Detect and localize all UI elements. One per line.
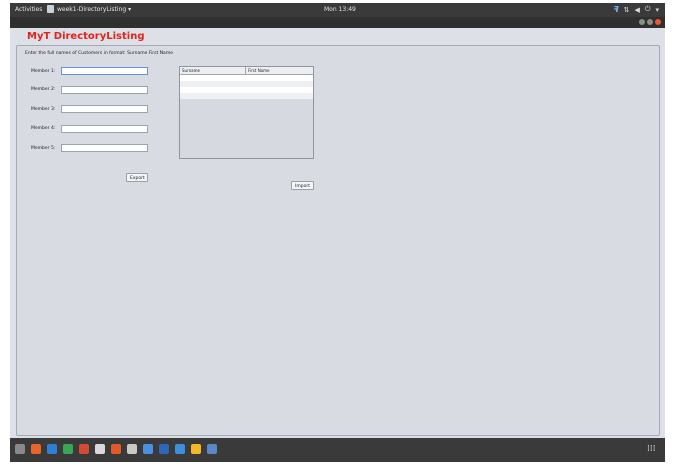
chevron-down-icon[interactable]: ▾ bbox=[655, 6, 659, 14]
member-1-field[interactable] bbox=[61, 67, 148, 75]
export-button[interactable]: Export bbox=[126, 173, 148, 182]
window-titlebar[interactable] bbox=[10, 17, 665, 28]
extension-logo-icon[interactable]: ꟻ bbox=[613, 5, 618, 14]
spreadsheet-icon[interactable] bbox=[63, 444, 73, 454]
maximize-button[interactable] bbox=[647, 19, 653, 25]
top-bar: Activities week1-DirectoryListing ▾ Mon … bbox=[10, 3, 665, 17]
main-panel bbox=[16, 45, 660, 436]
activities-button[interactable]: Activities bbox=[15, 6, 42, 13]
dock: ⁞⁞⁞ bbox=[10, 438, 665, 462]
lightning-icon[interactable] bbox=[191, 444, 201, 454]
member-1-label: Member 1: bbox=[31, 69, 56, 74]
files-icon[interactable] bbox=[15, 444, 25, 454]
power-icon[interactable]: ⏻ bbox=[645, 5, 651, 14]
presentation-icon[interactable] bbox=[79, 444, 89, 454]
column-header-first-name[interactable]: First Name bbox=[246, 67, 313, 74]
editor-icon[interactable] bbox=[95, 444, 105, 454]
firefox-icon[interactable] bbox=[31, 444, 41, 454]
app-title: MyT DirectoryListing bbox=[27, 31, 145, 42]
table-row[interactable] bbox=[180, 93, 313, 99]
member-2-label: Member 2: bbox=[31, 87, 56, 92]
chrome-icon[interactable] bbox=[143, 444, 153, 454]
minimize-button[interactable] bbox=[639, 19, 645, 25]
app-window: MyT DirectoryListing Enter the full name… bbox=[10, 28, 665, 438]
window-controls bbox=[639, 19, 661, 25]
table-header: Surname First Name bbox=[180, 67, 313, 75]
network-icon[interactable]: ⇅ bbox=[624, 6, 630, 14]
terminal-icon[interactable] bbox=[159, 444, 169, 454]
member-2-field[interactable] bbox=[61, 86, 148, 94]
column-header-surname[interactable]: Surname bbox=[180, 67, 246, 74]
close-button[interactable] bbox=[655, 19, 661, 25]
settings-icon[interactable] bbox=[127, 444, 137, 454]
import-button[interactable]: Import bbox=[291, 181, 314, 190]
member-5-label: Member 5: bbox=[31, 146, 56, 151]
volume-icon[interactable]: ◀ bbox=[635, 6, 640, 14]
member-3-field[interactable] bbox=[61, 105, 148, 113]
member-4-label: Member 4: bbox=[31, 126, 56, 131]
app-menu-icon bbox=[47, 5, 54, 13]
member-3-label: Member 3: bbox=[31, 107, 56, 112]
member-4-field[interactable] bbox=[61, 125, 148, 133]
java-icon[interactable] bbox=[207, 444, 217, 454]
instructions-text: Enter the full names of Customers in for… bbox=[25, 51, 173, 56]
vscode-icon[interactable] bbox=[175, 444, 185, 454]
clock[interactable]: Mon 13:49 bbox=[324, 6, 356, 13]
software-icon[interactable] bbox=[111, 444, 121, 454]
app-menu[interactable]: week1-DirectoryListing ▾ bbox=[57, 6, 131, 13]
desktop: Activities week1-DirectoryListing ▾ Mon … bbox=[10, 3, 665, 462]
customer-table[interactable]: Surname First Name bbox=[179, 66, 314, 159]
member-5-field[interactable] bbox=[61, 144, 148, 152]
show-applications-icon[interactable]: ⁞⁞⁞ bbox=[647, 444, 657, 454]
system-tray[interactable]: ꟻ ⇅ ◀ ⏻ ▾ bbox=[613, 5, 659, 14]
document-icon[interactable] bbox=[47, 444, 57, 454]
